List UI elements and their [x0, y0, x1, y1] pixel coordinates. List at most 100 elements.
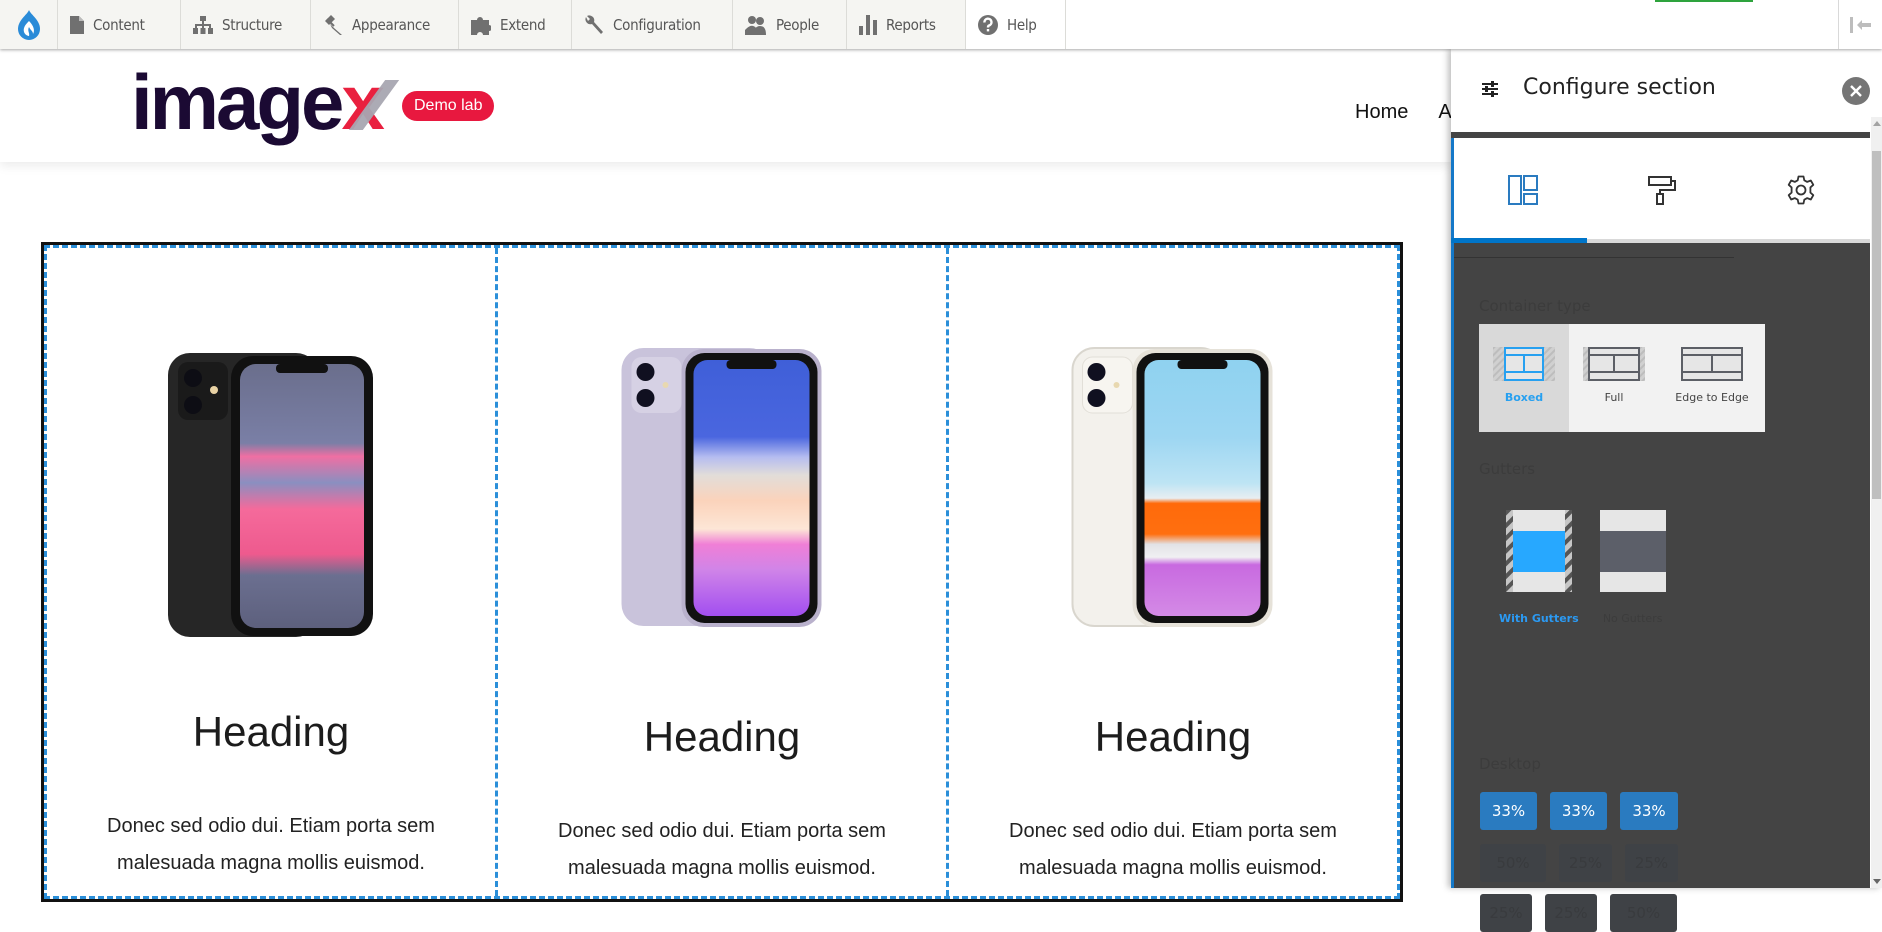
panel-scrollbar[interactable]	[1871, 117, 1882, 888]
admin-toolbar: Content Structure Appearance Extend Conf…	[0, 0, 1882, 49]
gutter-option-no-gutters[interactable]: No Gutters	[1599, 510, 1666, 625]
phone-image-black	[168, 353, 373, 637]
scrollbar-thumb[interactable]	[1872, 151, 1881, 499]
logo-text: image	[131, 58, 344, 146]
toolbar-label: Structure	[222, 15, 283, 34]
column-text: Donec sed odio dui. Etiam porta sem male…	[107, 815, 435, 874]
layout-cell[interactable]: 50%	[1610, 894, 1677, 932]
nav-link-about[interactable]: A	[1438, 101, 1451, 124]
column-text: Donec sed odio dui. Etiam porta sem male…	[558, 820, 886, 879]
container-option-edge-to-edge[interactable]: Edge to Edge	[1659, 324, 1765, 432]
container-type-options: Boxed Full Edge to Edge	[1479, 324, 1765, 432]
container-option-label: Full	[1604, 391, 1624, 404]
container-option-label: Edge to Edge	[1675, 391, 1749, 404]
toolbar-spacer	[1066, 0, 1838, 49]
toolbar-item-configuration[interactable]: Configuration	[572, 0, 733, 49]
toolbar-item-extend[interactable]: Extend	[459, 0, 572, 49]
scroll-up-arrow-icon[interactable]	[1873, 121, 1881, 126]
layout-cell[interactable]: 25%	[1625, 844, 1678, 882]
toolbar-item-reports[interactable]: Reports	[847, 0, 966, 49]
collapse-left-icon	[1849, 16, 1871, 33]
toolbar-status-indicator	[1655, 0, 1753, 2]
container-option-full[interactable]: Full	[1569, 324, 1659, 432]
section-region: Heading Donec sed odio dui. Etiam porta …	[44, 245, 1400, 899]
toolbar-label: Configuration	[613, 15, 701, 34]
layout-cell[interactable]: 33%	[1620, 792, 1678, 830]
drupal-home-button[interactable]	[0, 0, 58, 49]
logo-x: x	[341, 58, 384, 146]
nav-link-home[interactable]: Home	[1355, 101, 1408, 124]
toolbar-item-help[interactable]: Help	[966, 0, 1066, 49]
full-layout-icon	[1583, 347, 1645, 381]
layout-cell[interactable]: 33%	[1480, 792, 1537, 830]
gear-icon	[1787, 175, 1814, 205]
panel-body: Container type Boxed Full Edge to Edge G…	[1451, 243, 1870, 932]
toolbar-label: Content	[93, 15, 145, 34]
layout-cell[interactable]: 25%	[1559, 844, 1612, 882]
section-column[interactable]: Heading Donec sed odio dui. Etiam porta …	[949, 248, 1397, 896]
phone-image-white	[1071, 347, 1273, 627]
container-option-label: Boxed	[1504, 391, 1544, 404]
section-column[interactable]: Heading Donec sed odio dui. Etiam porta …	[498, 248, 949, 896]
layout-option-50-25-25[interactable]: 50% 25% 25%	[1480, 844, 1678, 882]
no-gutters-icon	[1599, 510, 1666, 592]
gutter-option-label: No Gutters	[1602, 612, 1663, 625]
layout-cell[interactable]: 33%	[1550, 792, 1607, 830]
toolbar-item-structure[interactable]: Structure	[181, 0, 311, 49]
help-icon	[978, 14, 998, 35]
tab-settings[interactable]	[1731, 138, 1870, 242]
gutter-option-with-gutters[interactable]: With Gutters	[1499, 510, 1579, 625]
toolbar-label: People	[776, 15, 819, 34]
toolbar-item-people[interactable]: People	[733, 0, 847, 49]
container-option-boxed[interactable]: Boxed	[1479, 324, 1569, 432]
wrench-icon	[585, 14, 603, 34]
layout-section[interactable]: Heading Donec sed odio dui. Etiam porta …	[41, 242, 1403, 902]
edge-to-edge-layout-icon	[1681, 347, 1743, 381]
toolbar-item-appearance[interactable]: Appearance	[311, 0, 459, 49]
bar-chart-icon	[859, 14, 877, 35]
drupal-logo-icon	[17, 9, 40, 40]
boxed-layout-icon	[1493, 347, 1555, 381]
gutter-option-label: With Gutters	[1499, 612, 1579, 625]
tab-layout[interactable]	[1454, 138, 1593, 242]
panel-tabs	[1451, 138, 1870, 242]
gutter-options: With Gutters No Gutters	[1479, 510, 1666, 625]
paintbrush-icon	[325, 14, 342, 35]
layout-cell[interactable]: 25%	[1480, 894, 1532, 932]
main-nav: Home A	[1355, 101, 1452, 124]
toolbar-label: Extend	[500, 15, 546, 34]
puzzle-icon	[471, 16, 491, 35]
layout-cell[interactable]: 25%	[1545, 894, 1597, 932]
imagex-logo[interactable]: imagex	[131, 63, 385, 141]
close-icon	[1850, 85, 1862, 97]
site-header: imagex Demo lab Home A	[0, 49, 1452, 162]
configure-section-panel: Configure section Container type Boxed F…	[1451, 49, 1882, 932]
column-heading: Heading	[643, 713, 801, 760]
with-gutters-icon	[1505, 510, 1572, 592]
panel-body-divider	[1454, 257, 1734, 258]
toolbar-label: Reports	[886, 15, 936, 34]
panel-header: Configure section	[1451, 49, 1870, 132]
file-icon	[70, 15, 84, 34]
people-icon	[745, 15, 766, 35]
column-heading: Heading	[1094, 713, 1252, 760]
desktop-label: Desktop	[1479, 755, 1541, 773]
sitemap-icon	[193, 15, 213, 34]
demo-lab-badge: Demo lab	[402, 91, 495, 121]
tab-style[interactable]	[1593, 138, 1732, 242]
paint-roller-icon	[1648, 176, 1676, 205]
section-column[interactable]: Heading Donec sed odio dui. Etiam porta …	[47, 248, 498, 896]
toolbar-label: Appearance	[352, 15, 431, 34]
toolbar-item-content[interactable]: Content	[58, 0, 181, 49]
scroll-down-arrow-icon[interactable]	[1873, 879, 1881, 884]
layout-option-33-33-33[interactable]: 33% 33% 33%	[1480, 792, 1678, 830]
column-heading: Heading	[192, 708, 350, 755]
layout-option-25-25-50[interactable]: 25% 25% 50%	[1480, 894, 1677, 932]
sliders-icon	[1482, 81, 1498, 97]
toolbar-orientation-toggle[interactable]	[1838, 0, 1882, 49]
column-text: Donec sed odio dui. Etiam porta sem male…	[1009, 820, 1337, 879]
panel-title: Configure section	[1523, 75, 1716, 100]
layout-cell[interactable]: 50%	[1480, 844, 1546, 882]
container-type-label: Container type	[1479, 297, 1591, 315]
close-panel-button[interactable]	[1842, 77, 1870, 105]
